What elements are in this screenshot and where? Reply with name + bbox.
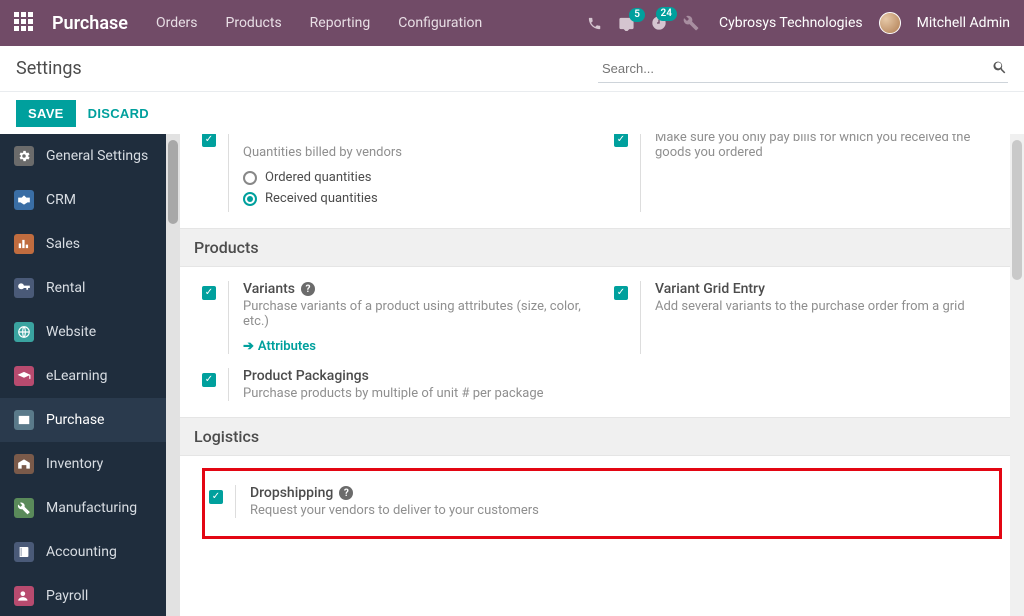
radio-received-quantities[interactable]: Received quantities — [243, 191, 402, 206]
sidebar-item-label: CRM — [46, 192, 76, 208]
sidebar-item-elearning[interactable]: eLearning — [0, 354, 180, 398]
page-title: Settings — [16, 58, 82, 79]
bar-chart-icon — [14, 234, 34, 254]
arrow-right-icon: ➔ — [243, 339, 254, 354]
debug-icon[interactable] — [683, 15, 699, 31]
sidebar-item-crm[interactable]: CRM — [0, 178, 180, 222]
sidebar-item-general-settings[interactable]: General Settings — [0, 134, 180, 178]
checkbox-bill-control[interactable]: ✓ — [202, 134, 216, 147]
sidebar-item-label: Inventory — [46, 456, 103, 472]
checkbox-variants[interactable]: ✓ — [202, 286, 216, 300]
sidebar-item-label: Sales — [46, 236, 80, 252]
setting-desc: Request your vendors to deliver to your … — [250, 503, 539, 518]
sidebar-item-payroll[interactable]: Payroll — [0, 574, 180, 616]
sidebar-item-label: Payroll — [46, 588, 88, 604]
company-name[interactable]: Cybrosys Technologies — [719, 15, 863, 31]
setting-label: Variants — [243, 281, 295, 297]
sidebar-item-purchase[interactable]: Purchase — [0, 398, 180, 442]
apps-icon[interactable] — [14, 12, 36, 34]
checkbox-dropshipping[interactable]: ✓ — [209, 490, 223, 504]
warehouse-icon — [14, 454, 34, 474]
app-brand: Purchase — [52, 13, 128, 34]
setting-desc: Quantities billed by vendors — [243, 145, 402, 160]
help-icon[interactable]: ? — [339, 486, 353, 500]
menu-orders[interactable]: Orders — [156, 15, 198, 31]
sidebar-item-website[interactable]: Website — [0, 310, 180, 354]
setting-desc: Purchase variants of a product using att… — [243, 299, 590, 329]
help-icon[interactable]: ? — [301, 282, 315, 296]
activities-badge: 24 — [656, 7, 677, 21]
control-bar: Settings — [0, 46, 1024, 92]
user-name[interactable]: Mitchell Admin — [917, 15, 1010, 31]
avatar[interactable] — [879, 12, 901, 34]
sidebar-item-sales[interactable]: Sales — [0, 222, 180, 266]
settings-main: ✓ x Quantities billed by vendors Ordered… — [180, 134, 1024, 616]
setting-label: Product Packagings — [243, 368, 369, 384]
checkbox-packagings[interactable]: ✓ — [202, 373, 216, 387]
sidebar-item-label: Accounting — [46, 544, 117, 560]
setting-desc: Make sure you only pay bills for which y… — [655, 134, 1002, 160]
search-wrap — [598, 55, 1008, 83]
topbar: Purchase Orders Products Reporting Confi… — [0, 0, 1024, 46]
key-icon — [14, 278, 34, 298]
menu-products[interactable]: Products — [226, 15, 282, 31]
setting-label: Dropshipping — [250, 485, 333, 501]
sidebar-item-rental[interactable]: Rental — [0, 266, 180, 310]
cap-icon — [14, 366, 34, 386]
menu-configuration[interactable]: Configuration — [398, 15, 482, 31]
setting-label: Variant Grid Entry — [655, 281, 765, 297]
wrench-icon — [14, 498, 34, 518]
sidebar-item-inventory[interactable]: Inventory — [0, 442, 180, 486]
section-title-logistics: Logistics — [180, 417, 1024, 456]
messages-icon[interactable]: 5 — [618, 16, 635, 31]
top-menu: Orders Products Reporting Configuration — [156, 15, 482, 31]
sidebar-item-accounting[interactable]: Accounting — [0, 530, 180, 574]
action-bar: SAVE DISCARD — [0, 92, 1024, 134]
book-icon — [14, 542, 34, 562]
handshake-icon — [14, 190, 34, 210]
systray: 5 24 Cybrosys Technologies Mitchell Admi… — [587, 12, 1010, 34]
search-input[interactable] — [598, 55, 1008, 83]
sidebar-item-label: eLearning — [46, 368, 107, 384]
sidebar-item-label: Rental — [46, 280, 85, 296]
sidebar-scrollbar[interactable] — [166, 134, 180, 616]
sidebar-item-label: Manufacturing — [46, 500, 137, 516]
sidebar-item-label: Purchase — [46, 412, 104, 428]
menu-reporting[interactable]: Reporting — [310, 15, 371, 31]
gear-icon — [14, 146, 34, 166]
activities-icon[interactable]: 24 — [651, 15, 667, 31]
invoice-icon — [14, 410, 34, 430]
sidebar-item-label: General Settings — [46, 148, 148, 164]
sidebar-item-label: Website — [46, 324, 96, 340]
save-button[interactable]: SAVE — [16, 100, 76, 127]
setting-desc: Purchase products by multiple of unit # … — [243, 386, 544, 401]
main-scrollbar[interactable] — [1010, 134, 1024, 616]
checkbox-3way-matching[interactable]: ✓ — [614, 134, 628, 147]
user-badge-icon — [14, 586, 34, 606]
setting-desc: Add several variants to the purchase ord… — [655, 299, 965, 314]
checkbox-variant-grid[interactable]: ✓ — [614, 286, 628, 300]
search-icon[interactable] — [992, 59, 1008, 75]
settings-sidebar: General Settings CRM Sales Rental Websit… — [0, 134, 180, 616]
messages-badge: 5 — [629, 8, 645, 22]
phone-icon[interactable] — [587, 16, 602, 31]
discard-button[interactable]: DISCARD — [88, 106, 149, 121]
sidebar-item-manufacturing[interactable]: Manufacturing — [0, 486, 180, 530]
radio-ordered-quantities[interactable]: Ordered quantities — [243, 170, 402, 185]
globe-icon — [14, 322, 34, 342]
dropshipping-highlight: ✓ Dropshipping ? Request your vendors to… — [202, 468, 1002, 539]
section-title-products: Products — [180, 228, 1024, 267]
attributes-link[interactable]: ➔ Attributes — [243, 339, 316, 354]
